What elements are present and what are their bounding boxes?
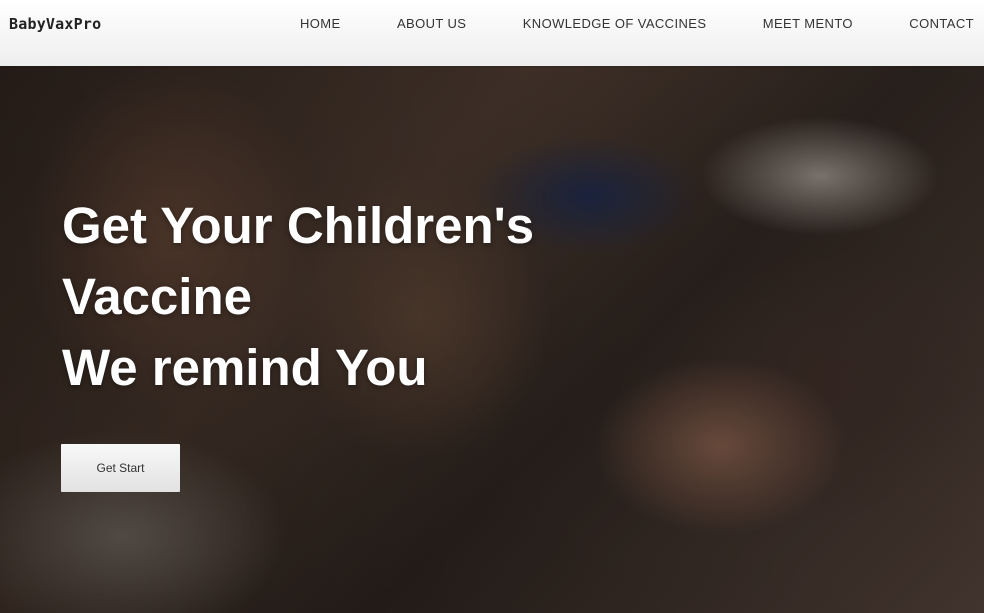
hero-heading-line-3: We remind You (62, 339, 428, 396)
site-header: BabyVaxPro HOME ABOUT US KNOWLEDGE OF VA… (0, 0, 984, 66)
nav-link-about-us[interactable]: ABOUT US (397, 16, 466, 31)
main-nav: HOME ABOUT US KNOWLEDGE OF VACCINES MEET… (300, 0, 984, 46)
nav-link-knowledge-of-vaccines[interactable]: KNOWLEDGE OF VACCINES (523, 16, 707, 31)
hero-heading-line-1: Get Your Children's (62, 197, 535, 254)
nav-link-contact[interactable]: CONTACT (909, 16, 974, 31)
hero-heading-line-2: Vaccine (62, 268, 252, 325)
hero-section: Get Your Children's Vaccine We remind Yo… (0, 66, 984, 613)
get-start-button[interactable]: Get Start (61, 444, 180, 492)
nav-link-home[interactable]: HOME (300, 16, 341, 31)
hero-heading: Get Your Children's Vaccine We remind Yo… (62, 190, 534, 403)
nav-link-meet-mento[interactable]: MEET MENTO (763, 16, 853, 31)
brand-logo[interactable]: BabyVaxPro (9, 15, 101, 33)
